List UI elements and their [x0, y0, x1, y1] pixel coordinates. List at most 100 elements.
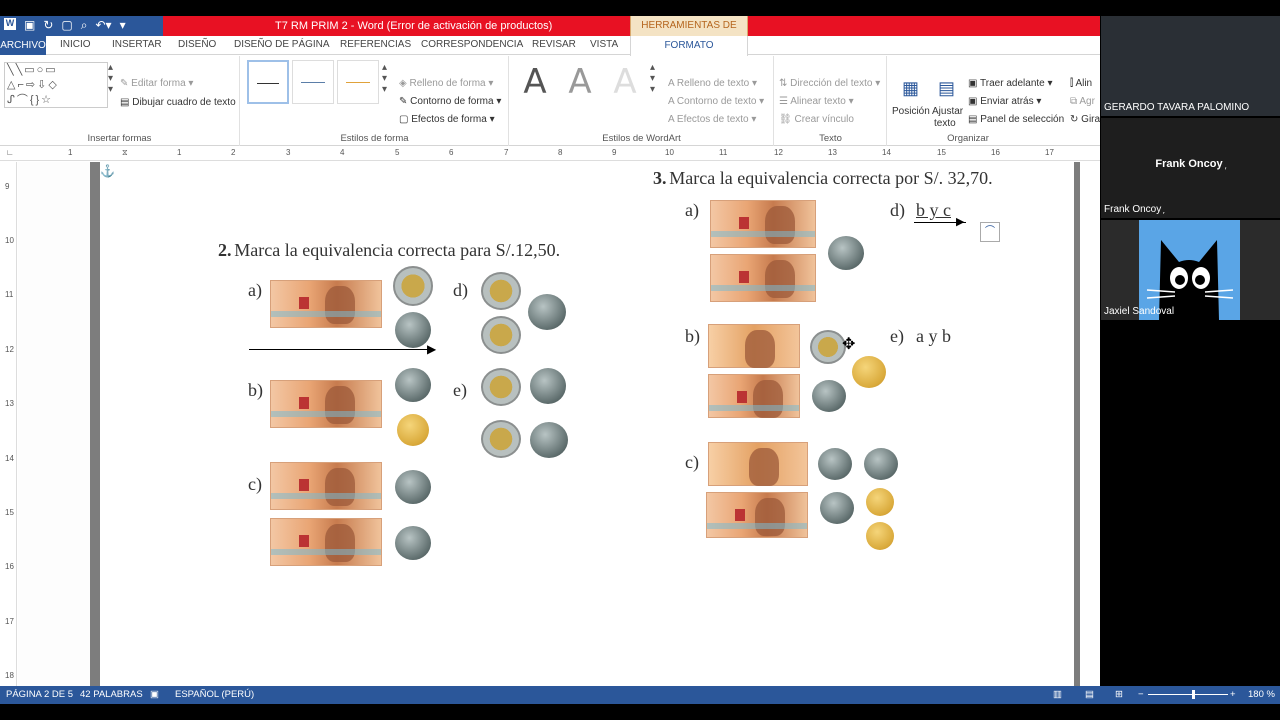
document-canvas[interactable]: ⚓ 2. Marca la equivalencia correcta para…	[18, 162, 1100, 702]
ruler-tick: 17	[5, 617, 14, 626]
tab-diseno-pagina[interactable]: DISEÑO DE PÁGINA	[234, 39, 330, 50]
horizontal-ruler[interactable]: ∟ 1 ⧖ 1 2 3 4 5 6 7 8 9 10 11 12 13 14 1…	[0, 147, 1100, 161]
question-2-number: 2.	[218, 240, 232, 260]
ruler-tick: 15	[937, 148, 946, 157]
participant-tile[interactable]: GERARDO TAVARA PALOMINO	[1101, 16, 1280, 116]
q3-answer-d: d)	[890, 200, 905, 220]
language-indicator[interactable]: ESPAÑOL (PERÚ)	[175, 689, 254, 700]
wordart-style-1[interactable]: A	[514, 60, 556, 104]
question-3-text: Marca la equivalencia correcta por S/. 3…	[669, 168, 993, 188]
save-icon[interactable]: ▣	[24, 18, 35, 33]
print-preview-icon[interactable]: ⌕	[81, 18, 88, 33]
crear-vinculo-button[interactable]: ⛓ Crear vínculo	[779, 114, 854, 125]
tab-revisar[interactable]: REVISAR	[532, 39, 576, 50]
zoom-slider[interactable]	[1148, 694, 1228, 695]
efectos-texto-button[interactable]: A Efectos de texto ▾	[668, 114, 756, 125]
tab-insertar[interactable]: INSERTAR	[112, 39, 162, 50]
ruler-tick: 3	[286, 148, 291, 157]
shape-style-2[interactable]	[292, 60, 334, 104]
customize-toolbar-icon[interactable]: ▾	[120, 18, 126, 33]
agrupar-button[interactable]: ⧉ Agr	[1070, 96, 1095, 107]
banknote-image	[710, 200, 816, 248]
tab-vista[interactable]: VISTA	[590, 39, 618, 50]
ruler-tick: 1	[177, 148, 182, 157]
coin-image	[481, 316, 521, 354]
web-layout-icon[interactable]: ⊞	[1115, 689, 1123, 700]
participant-center-name: Frank Oncoy ᷊	[1155, 158, 1226, 170]
zoom-out-icon[interactable]: −	[1138, 689, 1144, 700]
new-document-icon[interactable]: ▢	[61, 18, 72, 33]
wordart-style-2[interactable]: A	[559, 60, 601, 104]
print-layout-icon[interactable]: ▤	[1085, 689, 1094, 700]
traer-adelante-label: Traer adelante	[980, 78, 1045, 89]
page-left-margin-shade	[90, 162, 100, 702]
wordart-scroll-icon[interactable]: ▴ ▾ ▾	[650, 62, 655, 95]
zoom-in-icon[interactable]: +	[1230, 689, 1236, 700]
ajustar-button[interactable]: Ajustar	[932, 106, 963, 117]
page-count[interactable]: PÁGINA 2 DE 5	[6, 689, 73, 700]
undo-icon[interactable]: ↶▾	[95, 18, 111, 33]
relleno-forma-button[interactable]: ◈ Relleno de forma ▾	[399, 78, 493, 89]
efectos-forma-button[interactable]: ▢ Efectos de forma ▾	[399, 114, 495, 125]
traer-adelante-button[interactable]: ▣ Traer adelante ▾	[968, 78, 1053, 89]
editar-forma-button[interactable]: ✎ Editar forma ▾	[120, 78, 193, 89]
banknote-image	[270, 280, 382, 328]
styles-scroll-icon[interactable]: ▴ ▾ ▾	[382, 62, 387, 95]
shape-style-1[interactable]	[247, 60, 289, 104]
q3-option-b: b)	[685, 326, 700, 346]
arrow-line[interactable]	[249, 349, 429, 350]
alinear-texto-button[interactable]: ☰ Alinear texto ▾	[779, 96, 854, 107]
zoom-slider-thumb[interactable]	[1192, 690, 1195, 699]
zoom-level[interactable]: 180 %	[1248, 689, 1275, 700]
tab-inicio[interactable]: INICIO	[60, 39, 91, 50]
shape-style-3[interactable]	[337, 60, 379, 104]
coin-image	[395, 368, 431, 402]
layout-options-icon[interactable]: ⌒	[980, 222, 1000, 242]
wordart-style-3[interactable]: A	[604, 60, 646, 104]
group-label: Insertar formas	[87, 133, 152, 144]
vertical-scrollbar[interactable]	[1072, 162, 1100, 702]
panel-seleccion-button[interactable]: ▤ Panel de selección	[968, 114, 1064, 125]
contorno-forma-button[interactable]: ✎ Contorno de forma ▾	[399, 96, 501, 107]
indent-marker-icon[interactable]: ⧖	[122, 148, 128, 158]
word-count[interactable]: 42 PALABRAS	[80, 689, 143, 700]
tab-correspondencia[interactable]: CORRESPONDENCIA	[421, 39, 523, 50]
tab-diseno[interactable]: DISEÑO	[178, 39, 216, 50]
participant-tile[interactable]: Jaxiel Sandoval	[1101, 220, 1280, 320]
position-icon[interactable]: ▦	[902, 78, 919, 99]
tab-formato[interactable]: FORMATO	[630, 36, 748, 56]
ruler-tick: 2	[231, 148, 236, 157]
ruler-tick: 11	[5, 290, 14, 299]
ribbon-tabs: ARCHIVO INICIO INSERTAR DISEÑO DISEÑO DE…	[0, 36, 1100, 56]
enviar-atras-button[interactable]: ▣ Enviar atrás ▾	[968, 96, 1041, 107]
anchor-icon[interactable]: ⚓	[100, 164, 115, 178]
ruler-tick: 1	[68, 148, 73, 157]
shapes-gallery[interactable]: ╲╲▭○▭ △⌐⇨⇩◇ ᔑ⌒{}☆	[4, 62, 108, 108]
q3-answer-d-text[interactable]: b y c	[916, 200, 951, 221]
relleno-texto-button[interactable]: A Relleno de texto ▾	[668, 78, 757, 89]
coin-image	[818, 448, 852, 480]
vertical-ruler[interactable]: 9 10 11 12 13 14 15 16 17 18	[0, 162, 17, 702]
ruler-tick: 7	[504, 148, 509, 157]
tab-selector-icon[interactable]: ∟	[6, 148, 14, 157]
proofing-icon[interactable]: ▣	[150, 689, 159, 700]
ruler-tick: 17	[1045, 148, 1054, 157]
document-page[interactable]: ⚓ 2. Marca la equivalencia correcta para…	[100, 162, 1100, 702]
shapes-gallery-scroll-icon[interactable]: ▴ ▾ ▾	[108, 62, 113, 95]
posicion-button[interactable]: Posición	[892, 106, 930, 117]
top-black-bar	[0, 0, 1280, 16]
dibujar-cuadro-texto-button[interactable]: ▤ Dibujar cuadro de texto	[120, 97, 236, 108]
wrap-text-icon[interactable]: ▤	[938, 78, 955, 99]
contorno-texto-button[interactable]: A Contorno de texto ▾	[668, 96, 764, 107]
tab-referencias[interactable]: REFERENCIAS	[340, 39, 411, 50]
coin-image	[395, 526, 431, 560]
girar-button[interactable]: ↻ Gira	[1070, 114, 1100, 125]
repeat-icon[interactable]: ↻	[43, 18, 53, 33]
read-mode-icon[interactable]: ▥	[1053, 689, 1062, 700]
participant-tile[interactable]: Frank Oncoy ᷊ Frank Oncoy ᷊	[1101, 118, 1280, 218]
direccion-texto-button[interactable]: ⇅ Dirección del texto ▾	[779, 78, 880, 89]
alinear-button[interactable]: ⫿ Alin	[1070, 78, 1092, 89]
arrow-head-icon: ▶	[956, 216, 965, 228]
tab-archivo[interactable]: ARCHIVO	[0, 36, 46, 55]
ruler-tick: 13	[5, 399, 14, 408]
